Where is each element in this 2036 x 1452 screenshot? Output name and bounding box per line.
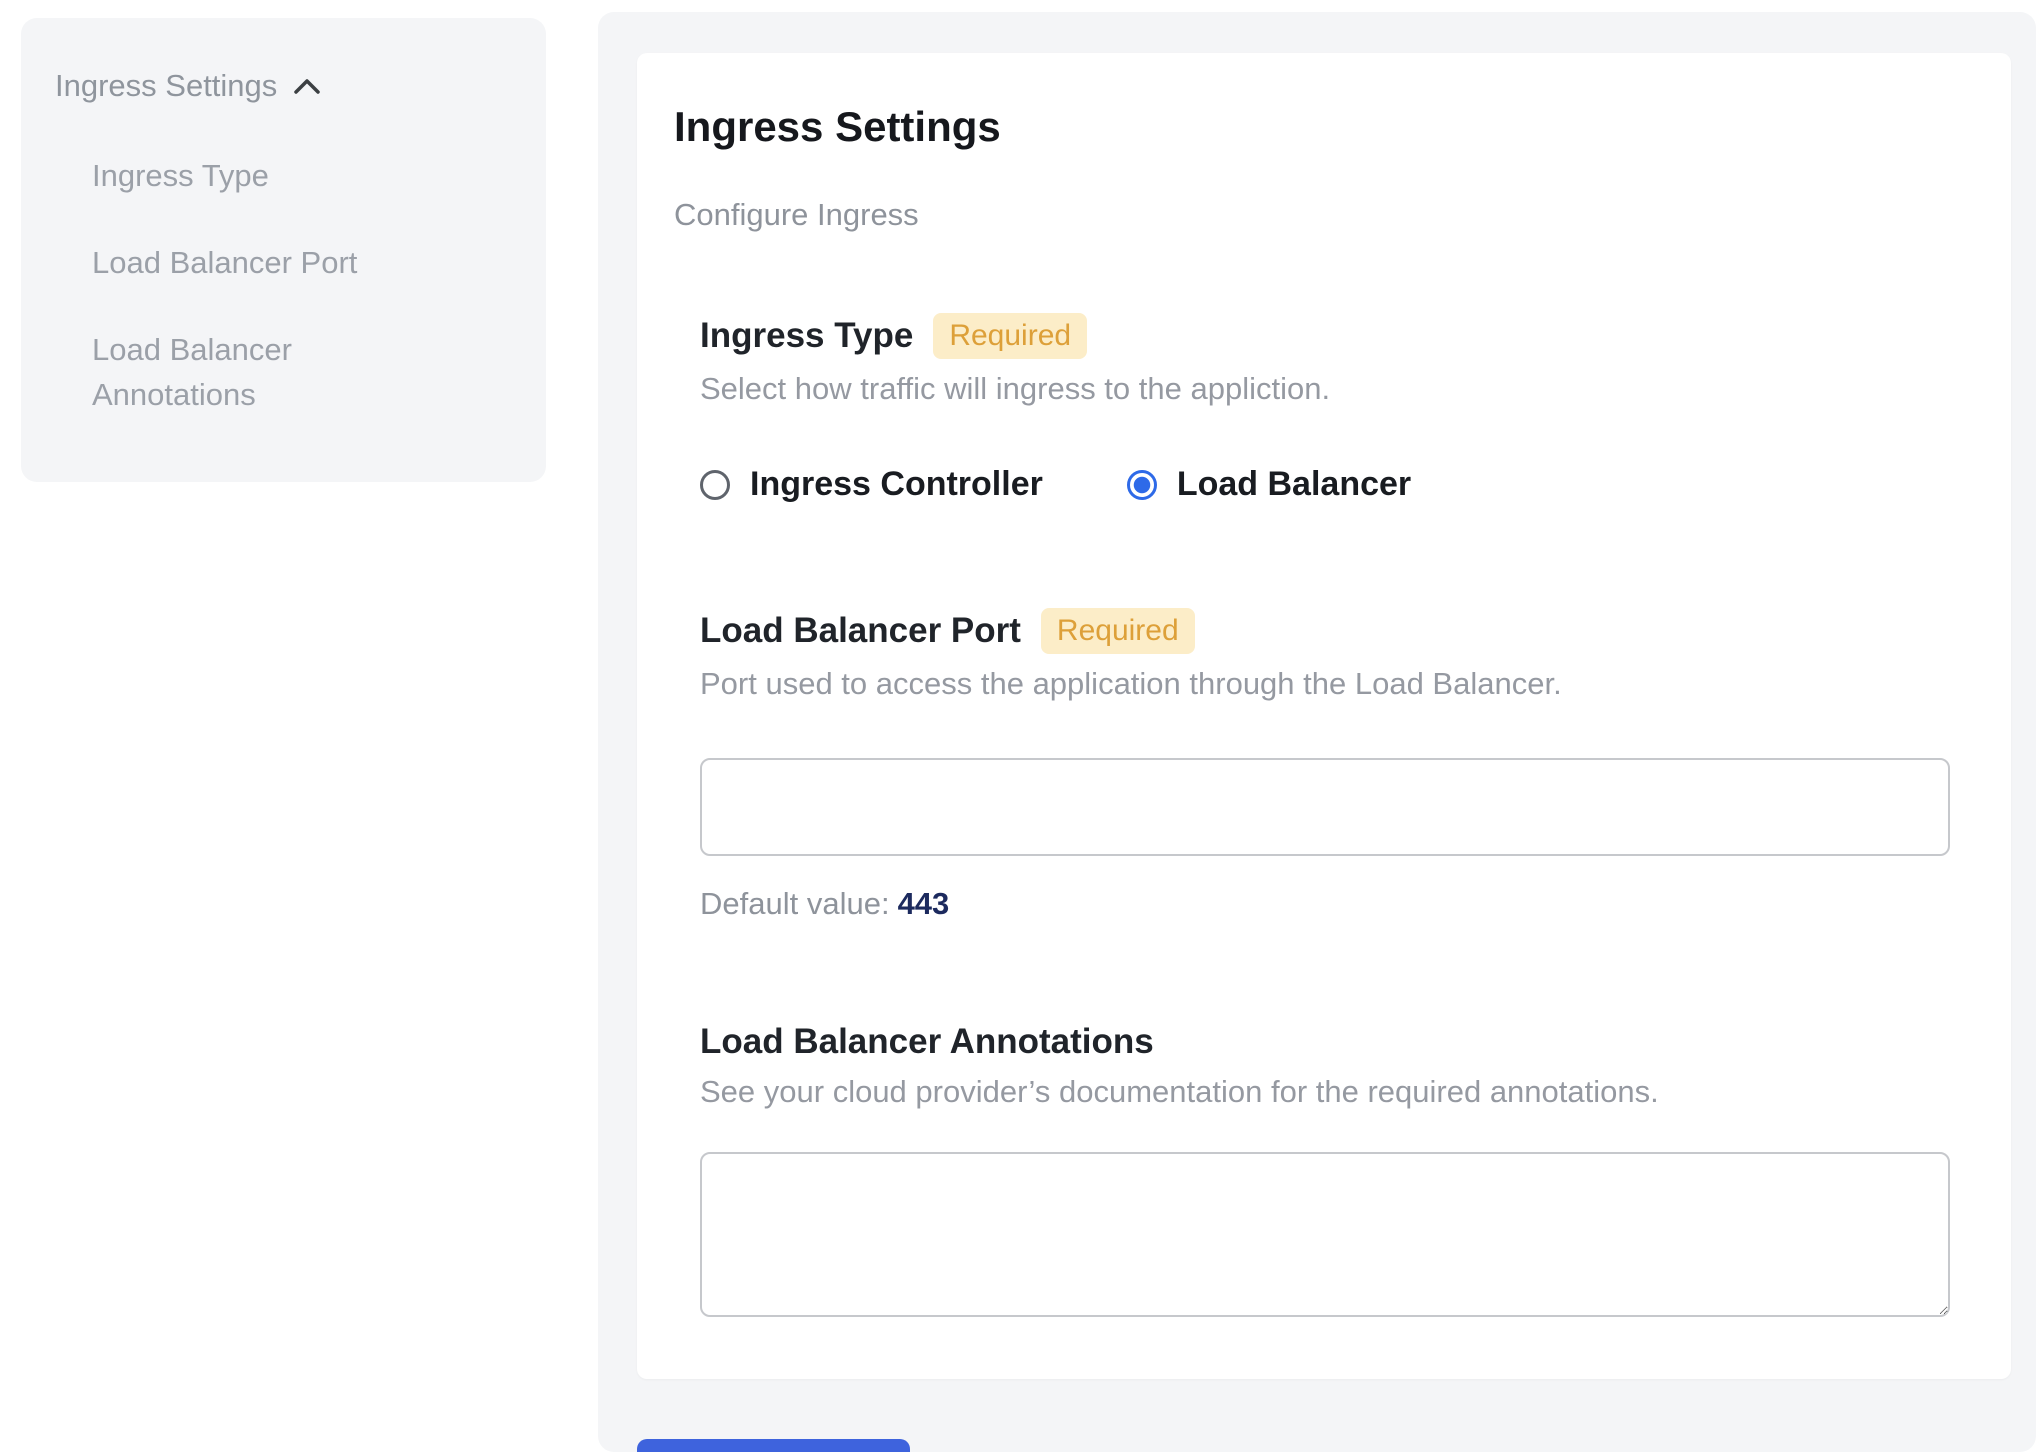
radio-icon[interactable] [1127, 470, 1157, 500]
section-load-balancer-port: Load Balancer Port Required Port used to… [700, 608, 1950, 922]
default-value-label: Default value: [700, 886, 890, 921]
section-title-load-balancer-port: Load Balancer Port [700, 611, 1021, 651]
section-ingress-type: Ingress Type Required Select how traffic… [700, 313, 1950, 504]
nav-group-ingress-settings[interactable]: Ingress Settings [55, 68, 512, 104]
nav-item-load-balancer-annotations[interactable]: Load Balancer Annotations [92, 328, 422, 418]
chevron-up-icon [293, 77, 321, 95]
section-description: Port used to access the application thro… [700, 666, 1950, 702]
page-subtitle: Configure Ingress [674, 197, 1950, 233]
section-description: Select how traffic will ingress to the a… [700, 371, 1950, 407]
section-description: See your cloud provider’s documentation … [700, 1074, 1950, 1110]
section-header: Load Balancer Annotations [700, 1022, 1950, 1062]
radio-label: Ingress Controller [750, 465, 1043, 504]
radio-option-load-balancer[interactable]: Load Balancer [1127, 465, 1411, 504]
ingress-type-radio-group: Ingress Controller Load Balancer [700, 465, 1950, 504]
nav-item-load-balancer-port[interactable]: Load Balancer Port [92, 241, 422, 286]
section-title-load-balancer-annotations: Load Balancer Annotations [700, 1022, 1154, 1062]
load-balancer-port-input[interactable] [700, 758, 1950, 856]
required-badge: Required [933, 313, 1087, 359]
radio-option-ingress-controller[interactable]: Ingress Controller [700, 465, 1043, 504]
nav-item-ingress-type[interactable]: Ingress Type [92, 154, 422, 199]
nav-items: Ingress Type Load Balancer Port Load Bal… [55, 154, 512, 418]
required-badge: Required [1041, 608, 1195, 654]
ingress-settings-card: Ingress Settings Configure Ingress Ingre… [637, 53, 2011, 1379]
nav-group-label: Ingress Settings [55, 68, 277, 104]
radio-icon[interactable] [700, 470, 730, 500]
default-value-line: Default value:443 [700, 886, 1950, 922]
page: Ingress Settings Ingress Type Load Balan… [0, 0, 2036, 1452]
section-header: Load Balancer Port Required [700, 608, 1950, 654]
radio-label: Load Balancer [1177, 465, 1411, 504]
page-title: Ingress Settings [674, 103, 1950, 151]
save-config-button[interactable]: Save config [637, 1439, 910, 1452]
section-header: Ingress Type Required [700, 313, 1950, 359]
load-balancer-annotations-textarea[interactable] [700, 1152, 1950, 1317]
section-load-balancer-annotations: Load Balancer Annotations See your cloud… [700, 1022, 1950, 1317]
default-value: 443 [898, 886, 950, 921]
section-title-ingress-type: Ingress Type [700, 316, 913, 356]
settings-nav: Ingress Settings Ingress Type Load Balan… [21, 18, 546, 482]
main-area: Ingress Settings Configure Ingress Ingre… [598, 12, 2036, 1452]
